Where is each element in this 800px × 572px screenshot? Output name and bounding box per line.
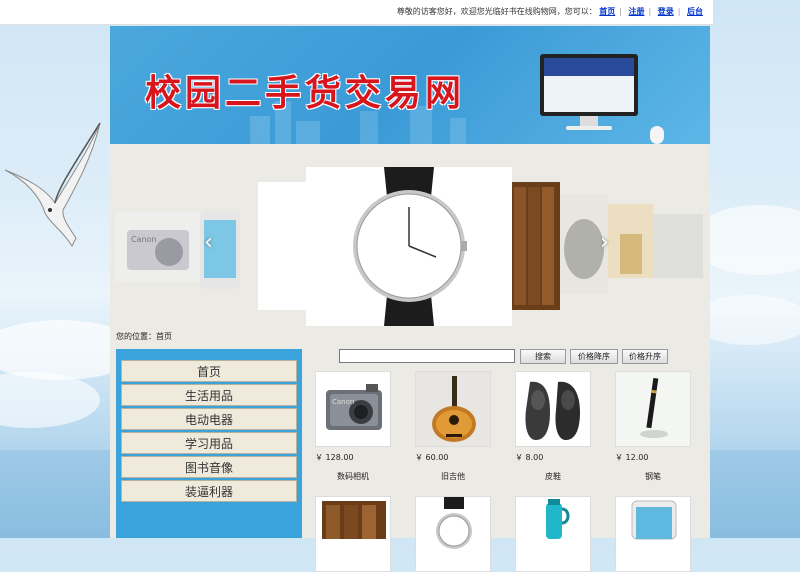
product-price: ￥ 128.00 — [315, 453, 354, 462]
phone-icon[interactable] — [615, 496, 691, 572]
search-button[interactable]: 搜索 — [520, 349, 566, 364]
shoes-icon[interactable] — [515, 371, 591, 447]
carousel-next-arrow[interactable]: › — [600, 230, 609, 255]
mouse-icon — [650, 126, 664, 144]
seagull-icon — [4, 122, 101, 248]
category-item-daily[interactable]: 生活用品 — [121, 384, 297, 406]
watch-icon[interactable] — [415, 496, 491, 572]
carousel-item-image — [608, 204, 653, 278]
carousel-watch-image[interactable] — [306, 167, 512, 326]
product-name-link[interactable]: 钢笔 — [613, 471, 693, 482]
sort-desc-button[interactable]: 价格降序 — [570, 349, 618, 364]
category-item-electric[interactable]: 电动电器 — [121, 408, 297, 430]
nav-link-login[interactable]: 登录 — [658, 7, 674, 16]
product-price: ￥ 60.00 — [415, 453, 449, 462]
product-name-link[interactable]: 数码相机 — [313, 471, 393, 482]
search-input[interactable] — [339, 349, 515, 363]
product-name-link[interactable]: 旧吉他 — [413, 471, 493, 482]
breadcrumb-current[interactable]: 首页 — [156, 332, 172, 341]
breadcrumb: 您的位置：首页 — [116, 331, 172, 342]
nav-link-home[interactable]: 首页 — [599, 7, 615, 16]
banner: 校园二手货交易网 — [110, 26, 710, 144]
top-bar: 尊敬的访客您好，欢迎您光临好书在线购物网，您可以： 首页 | 注册 | 登录 | 后台 — [0, 0, 713, 25]
carousel-item-image-2 — [653, 214, 703, 278]
welcome-text-row: 尊敬的访客您好，欢迎您光临好书在线购物网，您可以： 首页 | 注册 | 登录 | 后台 — [396, 7, 703, 16]
nav-link-admin[interactable]: 后台 — [687, 7, 703, 16]
category-item-gadgets[interactable]: 装逼利器 — [121, 480, 297, 502]
pen-icon[interactable] — [615, 371, 691, 447]
breadcrumb-label: 您的位置： — [116, 332, 156, 341]
image-carousel[interactable]: Canon ‹ › — [110, 144, 710, 328]
site-title: 校园二手货交易网 — [145, 72, 466, 114]
welcome-text: 尊敬的访客您好，欢迎您光临好书在线购物网，您可以： — [396, 7, 597, 16]
books-icon[interactable] — [315, 496, 391, 572]
svg-text:Canon: Canon — [332, 398, 354, 406]
category-item-books-media[interactable]: 图书音像 — [121, 456, 297, 478]
category-item-home[interactable]: 首页 — [121, 360, 297, 382]
carousel-prev-arrow[interactable]: ‹ — [204, 230, 213, 255]
product-name-link[interactable]: 皮鞋 — [513, 471, 593, 482]
product-price: ￥ 12.00 — [615, 453, 649, 462]
category-sidebar: 首页 生活用品 电动电器 学习用品 图书音像 装逼利器 — [116, 349, 302, 538]
category-item-study[interactable]: 学习用品 — [121, 432, 297, 454]
nav-link-register[interactable]: 注册 — [629, 7, 645, 16]
carousel-books-image — [512, 182, 560, 310]
guitar-icon[interactable] — [415, 371, 491, 447]
camera-icon[interactable]: Canon — [315, 371, 391, 447]
svg-text:Canon: Canon — [131, 235, 157, 244]
monitor-icon — [540, 54, 638, 116]
product-price: ￥ 8.00 — [515, 453, 544, 462]
main-container: 校园二手货交易网 Canon ‹ › 您的位置：首页 首页 生活用品 电动电器 … — [110, 26, 710, 572]
thermos-icon[interactable] — [515, 496, 591, 572]
sort-asc-button[interactable]: 价格升序 — [622, 349, 668, 364]
